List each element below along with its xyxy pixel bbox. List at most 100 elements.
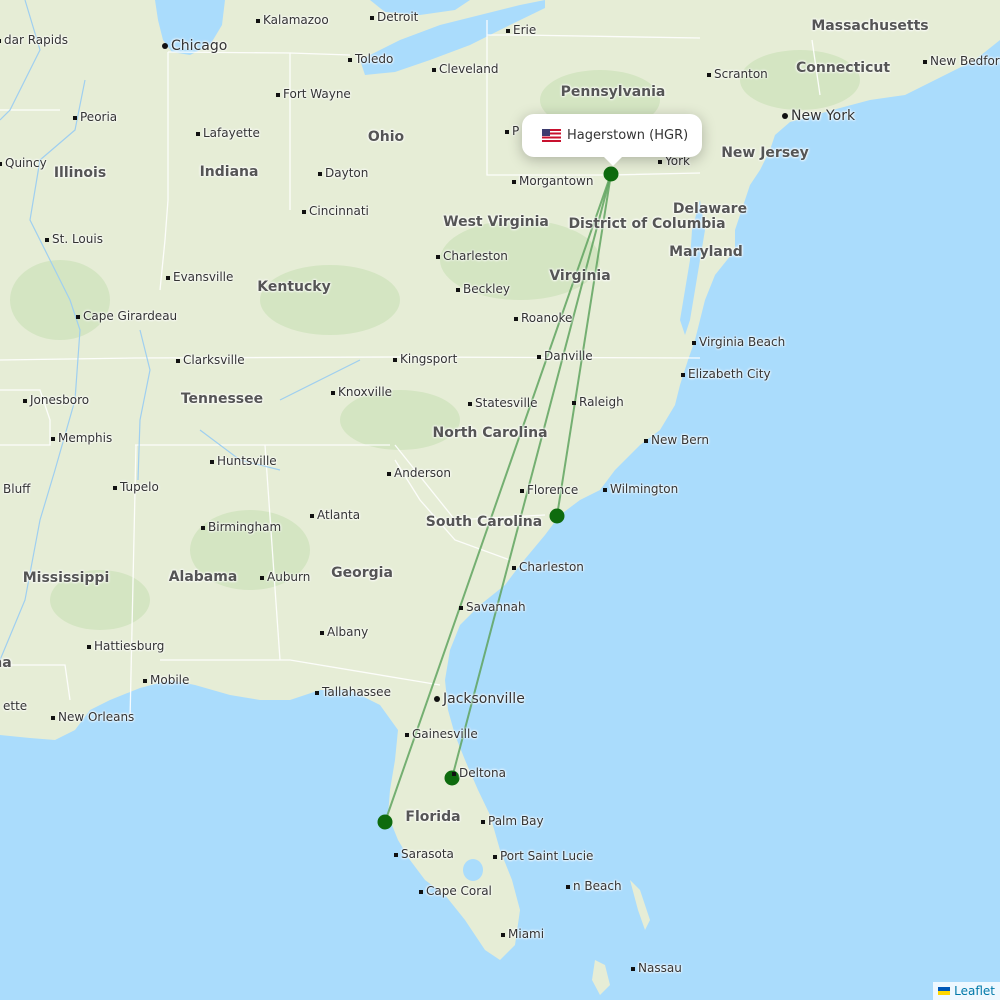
city-name: Birmingham [208,520,282,534]
city-name: Lafayette [203,126,260,140]
city-dot-icon [348,57,352,62]
city-name: Virginia Beach [699,335,786,349]
airport-popup[interactable]: Hagerstown (HGR) [522,114,702,157]
state-label: Delaware [672,201,748,217]
city-name: Tupelo [120,480,159,494]
city-name: Charleston [443,249,508,263]
leaflet-link[interactable]: Leaflet [954,984,995,998]
city-label: Toledo [348,52,393,66]
city-name: Bluff [3,482,31,496]
city-dot-icon [481,819,485,824]
city-name: Miami [508,927,545,941]
city-dot-icon [459,605,463,610]
city-name: Auburn [267,570,311,584]
state-label: Florida [405,809,461,825]
city-label: Raleigh [572,395,624,409]
city-dot-icon [405,732,409,737]
city-name: Hattiesburg [94,639,165,653]
city-dot-icon [51,436,55,441]
city-dot-icon [166,275,170,280]
city-dot-icon [452,771,456,776]
city-name: St. Louis [52,232,103,246]
city-label: n Beach [566,879,622,893]
city-name: Detroit [377,10,419,24]
state-label: Indiana [199,164,259,180]
state-label: Kentucky [257,279,331,295]
city-label: Knoxville [331,385,392,399]
city-dot-icon [432,67,436,72]
city-name: Scranton [714,67,768,81]
city-name: Nassau [638,961,682,975]
city-name: Anderson [394,466,451,480]
city-name: New Bern [651,433,709,447]
city-label: Tallahassee [315,685,391,699]
city-label: Deltona [452,766,506,780]
city-name: Deltona [459,766,506,780]
city-name: Dayton [325,166,369,180]
airport-marker[interactable] [549,508,565,524]
city-label: Virginia Beach [692,335,785,349]
city-name: Beckley [463,282,510,296]
city-name: Mobile [150,673,190,687]
city-dot-icon [176,358,180,363]
city-dot-icon [658,159,662,164]
city-label: Cleveland [432,62,499,76]
city-dot-icon [923,59,927,64]
city-label: Kalamazoo [256,13,329,27]
state-label: North Carolina [432,425,548,441]
city-name: Memphis [58,431,113,445]
city-name: Huntsville [217,454,277,468]
city-dot-icon [162,43,168,49]
city-dot-icon [692,340,696,345]
airport-marker[interactable] [603,166,619,182]
city-name: Danville [544,349,593,363]
state-label: District of Columbia [568,216,726,232]
map-canvas[interactable]: Chicago Kalamazoo Detroit Erie dar Rapids Tol… [0,0,1000,1000]
route-line[interactable] [451,173,612,779]
city-name: Port Saint Lucie [500,849,594,863]
city-dot-icon [315,690,319,695]
city-label: Miami [501,927,544,941]
city-label: Peoria [73,110,117,124]
city-name: Cape Girardeau [83,309,178,323]
city-label: New Bedford [923,54,1000,68]
city-label: Port Saint Lucie [493,849,593,863]
city-name: Albany [327,625,369,639]
city-dot-icon [537,354,541,359]
city-dot-icon [260,575,264,580]
city-label: Huntsville [210,454,277,468]
city-label: Evansville [166,270,233,284]
city-label: Clarksville [176,353,245,367]
city-dot-icon [201,525,205,530]
us-flag-icon [542,129,561,142]
state-label: Illinois [53,165,107,181]
city-label: Sarasota [394,847,454,861]
city-name: Elizabeth City [688,367,771,381]
city-dot-icon [501,932,505,937]
city-dot-icon [76,314,80,319]
airport-marker[interactable] [377,814,393,830]
city-label: Quincy [0,156,47,170]
city-dot-icon [468,401,472,406]
city-label: Savannah [459,600,526,614]
state-label: Connecticut [795,60,891,76]
state-label: Pennsylvania [560,84,666,100]
city-dot-icon [393,357,397,362]
city-label: Memphis [51,431,112,445]
city-name: New Bedford [930,54,1000,68]
city-label: P [505,124,519,138]
city-name: New York [791,108,856,124]
city-label: Tupelo [113,480,159,494]
city-name: Jacksonville [443,691,525,707]
city-dot-icon [276,92,280,97]
city-dot-icon [436,254,440,259]
attribution: Leaflet [933,982,1000,1000]
city-label: Roanoke [514,311,572,325]
city-name: Sarasota [401,847,454,861]
city-name: Toledo [355,52,394,66]
city-label: St. Louis [45,232,103,246]
city-label: Florence [520,483,578,497]
city-name: Charleston [519,560,584,574]
city-dot-icon [196,131,200,136]
city-name: Wilmington [610,482,679,496]
